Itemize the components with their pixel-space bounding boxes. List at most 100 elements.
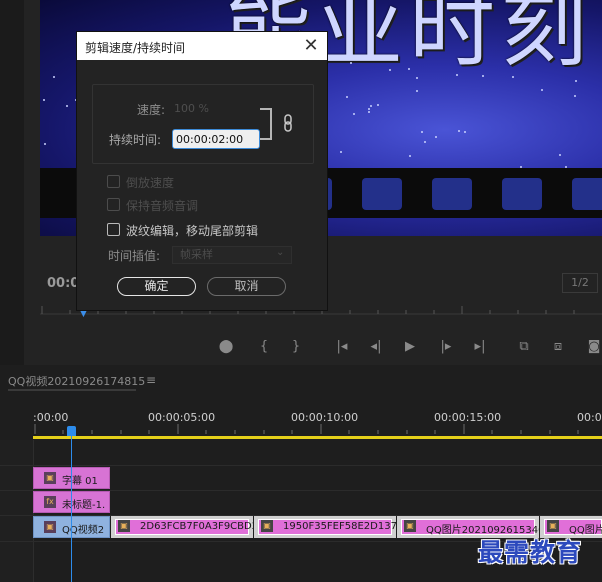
- duration-input[interactable]: [172, 129, 260, 149]
- clip-label: 1950F35FEF58E2D1373E6: [283, 521, 396, 532]
- sparkle-dot: [416, 90, 418, 92]
- ruler-label: 00:00:05:00: [148, 411, 216, 424]
- clip-thumb-icon: ▣: [404, 520, 416, 532]
- sparkle-dot: [541, 89, 543, 91]
- go-to-in-icon[interactable]: |◂: [330, 336, 354, 358]
- sparkle-dot: [482, 75, 484, 77]
- clip-label: 2D63FCB7F0A3F9CBD2FA: [140, 521, 253, 532]
- sparkle-dot: [346, 96, 348, 98]
- transport-controls: ⬤ { } |◂ ◂| ▶ |▸ ▸| ⧉ ⧈ ◙: [212, 336, 602, 358]
- cancel-button[interactable]: 取消: [207, 277, 286, 296]
- add-marker-icon[interactable]: ⬤: [214, 336, 238, 358]
- overwrite-icon[interactable]: ⧈: [546, 336, 570, 358]
- sparkle-dot: [350, 62, 352, 64]
- sparkle-dot: [512, 76, 514, 78]
- sequence-tab-underline: [8, 389, 136, 391]
- panel-menu-icon[interactable]: ≡: [146, 373, 156, 387]
- sparkle-dot: [368, 111, 370, 113]
- checkbox-label: 保持音频音调: [126, 199, 199, 213]
- close-icon[interactable]: ✕: [301, 36, 321, 56]
- ok-button[interactable]: 确定: [117, 277, 196, 296]
- resolution-select[interactable]: 1/2: [562, 273, 598, 293]
- dialog-titlebar[interactable]: 剪辑速度/持续时间 ✕: [77, 32, 327, 60]
- insert-icon[interactable]: ⧉: [512, 336, 536, 358]
- chain-link-icon[interactable]: [282, 114, 294, 132]
- sparkle-dot: [389, 69, 391, 71]
- clip-label: 字幕 01: [62, 476, 98, 487]
- sparkle-dot: [377, 104, 379, 106]
- link-bracket: [260, 108, 272, 140]
- track-divider: [0, 465, 602, 466]
- film-hole: [432, 178, 472, 210]
- work-area-bar[interactable]: [33, 436, 602, 439]
- sparkle-dot: [66, 105, 68, 107]
- monitor-playhead-icon[interactable]: ▼: [80, 309, 90, 319]
- sparkle-dot: [424, 141, 426, 143]
- film-hole: [572, 178, 602, 210]
- fx-icon: fx: [44, 496, 56, 508]
- ruler-label: 00:00: [577, 411, 602, 424]
- play-icon[interactable]: ▶: [398, 336, 422, 358]
- ruler-label: 00:00:15:00: [434, 411, 502, 424]
- sparkle-dot: [464, 131, 466, 133]
- clip-thumb-icon: ▣: [44, 521, 56, 533]
- checkbox-box[interactable]: [107, 175, 120, 188]
- checkbox-box[interactable]: [107, 198, 120, 211]
- sparkle-dot: [368, 108, 370, 110]
- clip-label: 未标题-1.: [62, 500, 106, 511]
- sparkle-dot: [559, 154, 561, 156]
- timeline-ruler[interactable]: [33, 424, 602, 434]
- sparkle-dot: [370, 105, 372, 107]
- time-interpolation-label: 时间插值:: [108, 249, 161, 263]
- dialog-title: 剪辑速度/持续时间: [85, 41, 186, 55]
- sparkle-dot: [408, 68, 410, 70]
- ruler-label: 00:00:10:00: [291, 411, 359, 424]
- ruler-label: :00:00: [33, 411, 69, 424]
- clip-image-b[interactable]: 1950F35FEF58E2D1373E6 ▣: [254, 516, 396, 538]
- go-to-out-icon[interactable]: ▸|: [468, 336, 492, 358]
- left-panel-strip: [0, 0, 24, 365]
- step-forward-icon[interactable]: |▸: [434, 336, 458, 358]
- sparkle-dot: [340, 151, 342, 153]
- sparkle-dot: [435, 136, 437, 138]
- sparkle-dot: [458, 130, 460, 132]
- sparkle-dot: [43, 99, 45, 101]
- timeline-playhead[interactable]: [71, 428, 72, 582]
- clip-image-a[interactable]: 2D63FCB7F0A3F9CBD2FA ▣: [111, 516, 253, 538]
- track-headers: [0, 440, 34, 582]
- sequence-tab[interactable]: QQ视频20210926174815: [8, 373, 145, 389]
- clip-body: 2D63FCB7F0A3F9CBD2FA: [115, 519, 253, 535]
- film-hole: [362, 178, 402, 210]
- sparkle-dot: [456, 74, 458, 76]
- mark-out-icon[interactable]: }: [284, 336, 308, 358]
- clip-thumb-icon: ▣: [118, 520, 130, 532]
- clip-label: QQ视频2: [62, 525, 105, 536]
- checkbox-label: 波纹编辑，移动尾部剪辑: [126, 224, 259, 238]
- sparkle-dot: [416, 77, 418, 79]
- sparkle-dot: [409, 155, 411, 157]
- sparkle-dot: [53, 76, 55, 78]
- chevron-down-icon: ⌄: [276, 247, 285, 258]
- speed-input[interactable]: 100 %: [174, 102, 209, 115]
- playhead-handle[interactable]: [67, 426, 76, 436]
- mark-in-icon[interactable]: {: [252, 336, 276, 358]
- clip-thumb-icon: ▣: [44, 472, 56, 484]
- film-hole: [502, 178, 542, 210]
- checkbox-label: 倒放速度: [126, 176, 175, 190]
- clip-speed-duration-dialog: 剪辑速度/持续时间 ✕ 速度: 100 % 持续时间: 倒放速度 保持音频音调 …: [77, 32, 327, 310]
- checkbox-box[interactable]: [107, 223, 120, 236]
- step-back-icon[interactable]: ◂|: [364, 336, 388, 358]
- sparkle-dot: [353, 113, 355, 115]
- speed-group-box: [92, 84, 314, 164]
- sparkle-dot: [421, 131, 423, 133]
- monitor-timecode[interactable]: 00:0: [47, 276, 79, 291]
- watermark-logo: 最需教育: [478, 538, 583, 567]
- sparkle-dot: [574, 95, 576, 97]
- duration-label: 持续时间:: [109, 133, 162, 147]
- sparkle-dot: [44, 143, 46, 145]
- speed-label: 速度:: [137, 103, 166, 117]
- clip-body: 1950F35FEF58E2D1373E6: [258, 519, 396, 535]
- clip-thumb-icon: ▣: [261, 520, 273, 532]
- export-frame-icon[interactable]: ◙: [582, 336, 602, 358]
- time-interpolation-select[interactable]: 帧采样: [172, 246, 292, 264]
